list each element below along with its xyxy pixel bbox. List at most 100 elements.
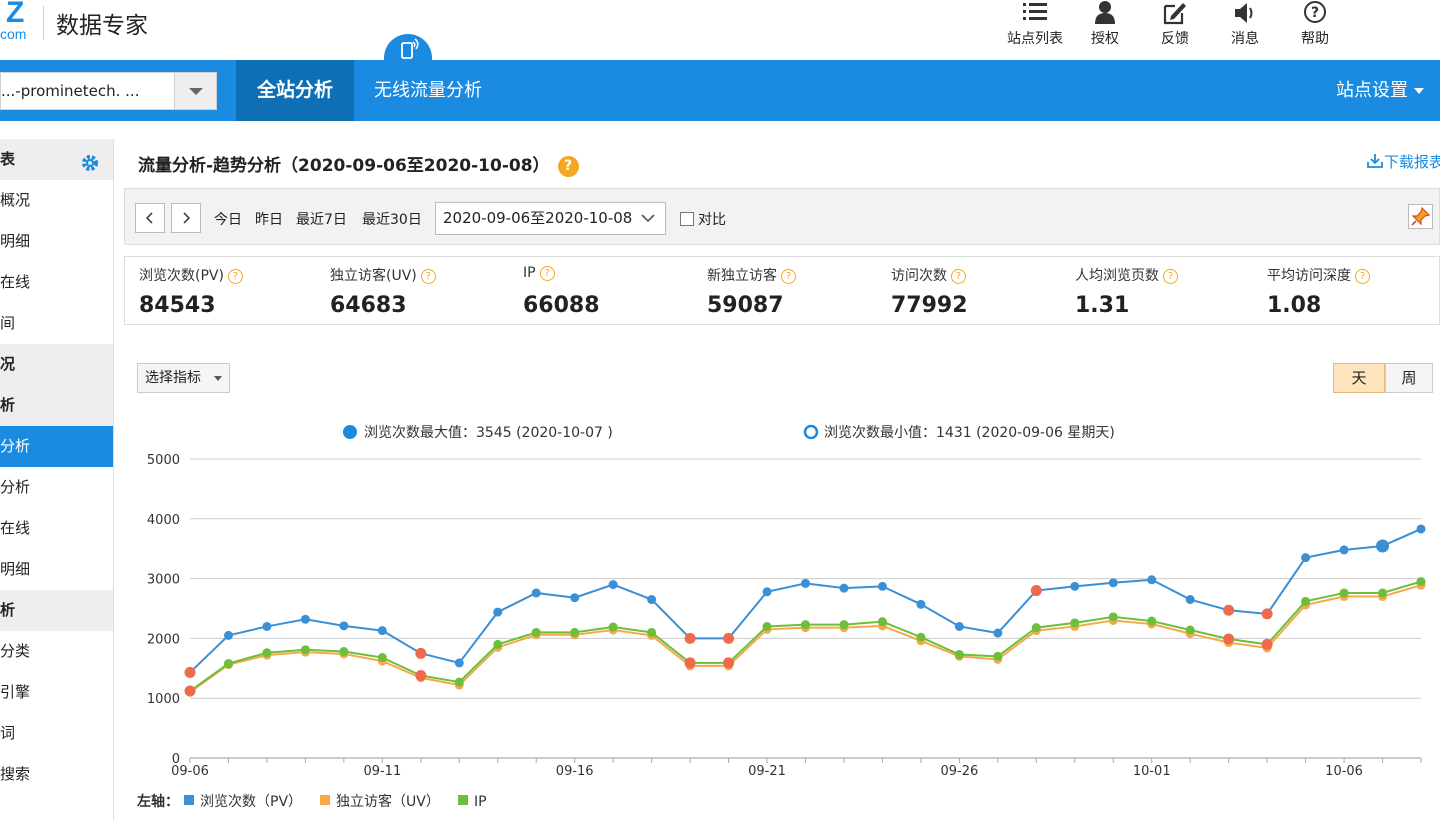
help-icon[interactable]: ? bbox=[557, 156, 579, 177]
pin-icon bbox=[1411, 206, 1431, 226]
data-point bbox=[684, 632, 696, 644]
help-icon[interactable]: ? bbox=[951, 269, 966, 284]
y-tick-label: 3000 bbox=[147, 573, 180, 588]
trend-chart-svg: 01000200030004000500009-06 09-11 09-16 09-2… bbox=[136, 424, 1426, 810]
x-tick-label: 09-06 bbox=[171, 764, 209, 779]
sidebar-item[interactable]: 分析 bbox=[0, 426, 113, 467]
messages-button[interactable]: 消息 bbox=[1210, 0, 1280, 60]
data-point bbox=[531, 627, 541, 637]
feedback-button[interactable]: 反馈 bbox=[1140, 0, 1210, 60]
sidebar-item[interactable]: 在线 bbox=[0, 508, 113, 549]
data-point bbox=[1416, 524, 1426, 534]
data-point bbox=[608, 580, 618, 590]
granularity-week-button[interactable]: 周 bbox=[1385, 363, 1433, 393]
site-select[interactable]: ...-prominetech. ... bbox=[0, 72, 217, 110]
quick-yesterday[interactable]: 昨日 bbox=[255, 209, 283, 229]
stat-value: 59087 bbox=[707, 293, 784, 318]
mobile-wifi-icon bbox=[401, 38, 419, 59]
legend-label: 独立访客（UV） bbox=[336, 793, 440, 810]
logo[interactable]: Z com bbox=[0, 0, 34, 44]
data-point bbox=[839, 620, 849, 630]
sidebar-item[interactable]: 在线 bbox=[0, 262, 113, 303]
data-point bbox=[339, 647, 349, 657]
help-icon[interactable]: ? bbox=[227, 269, 243, 284]
data-point bbox=[647, 595, 657, 605]
sidebar-item-label: 分析 bbox=[0, 478, 31, 496]
sidebar-item[interactable]: 概况 bbox=[0, 180, 113, 221]
data-point bbox=[300, 614, 310, 624]
data-point bbox=[1223, 633, 1235, 645]
gear-icon[interactable] bbox=[80, 153, 100, 173]
chevron-down-icon[interactable] bbox=[174, 73, 216, 109]
tab-site-analysis[interactable]: 全站分析 bbox=[236, 60, 354, 121]
stat-label: 独立访客(UV) bbox=[330, 268, 417, 284]
sidebar-item[interactable]: 引擎 bbox=[0, 672, 113, 713]
sidebar-item[interactable]: 明细 bbox=[0, 221, 113, 262]
data-point bbox=[377, 653, 387, 663]
help-icon[interactable]: ? bbox=[420, 269, 436, 284]
data-point bbox=[877, 617, 887, 627]
sidebar-item-label: 间 bbox=[0, 314, 16, 332]
compare-checkbox[interactable] bbox=[680, 212, 694, 226]
sidebar-item[interactable]: 析 bbox=[0, 590, 113, 631]
help-icon[interactable]: ? bbox=[1163, 269, 1178, 284]
help-icon[interactable]: ? bbox=[539, 266, 555, 281]
site-settings-menu[interactable]: 站点设置 bbox=[1336, 60, 1424, 121]
sidebar-item-label: 在线 bbox=[0, 519, 31, 537]
data-point bbox=[723, 657, 735, 669]
sidebar-item[interactable]: 明细 bbox=[0, 549, 113, 590]
pin-button[interactable] bbox=[1408, 204, 1433, 229]
compare-toggle[interactable]: 对比 bbox=[680, 209, 726, 229]
help-icon[interactable]: ? bbox=[1355, 269, 1370, 284]
authorize-button[interactable]: 授权 bbox=[1070, 0, 1140, 60]
authorize-label: 授权 bbox=[1091, 31, 1119, 47]
granularity-day-button[interactable]: 天 bbox=[1333, 363, 1385, 393]
sidebar-item[interactable]: 表 bbox=[0, 139, 113, 180]
trend-chart: 0 1000 2000 3000 4000 5000 09-06 09-11 09-16 09-2… bbox=[124, 401, 1440, 820]
sidebar-item[interactable]: 搜索 bbox=[0, 754, 113, 795]
series-line bbox=[189, 528, 1422, 674]
metric-select[interactable]: 选择指标 bbox=[137, 363, 230, 393]
data-point bbox=[223, 659, 233, 669]
data-point bbox=[916, 599, 926, 609]
sidebar-item[interactable]: 词 bbox=[0, 713, 113, 754]
page-title: 流量分析-趋势分析（2020-09-06至2020-10-08）? bbox=[138, 151, 579, 177]
sidebar-item[interactable]: 况 bbox=[0, 344, 113, 385]
sidebar-item[interactable]: 分析 bbox=[0, 467, 113, 508]
download-report-link[interactable]: 下载报表 bbox=[1366, 151, 1440, 172]
data-point bbox=[723, 632, 735, 644]
x-tick-label: 09-21 bbox=[748, 764, 786, 779]
sidebar-item[interactable]: 析 bbox=[0, 385, 113, 426]
quick-today[interactable]: 今日 bbox=[214, 209, 242, 229]
sidebar-item[interactable]: 分类 bbox=[0, 631, 113, 672]
sidebar-item-label: 分类 bbox=[0, 642, 31, 660]
data-point bbox=[377, 626, 387, 636]
data-point bbox=[762, 587, 772, 597]
data-point bbox=[954, 621, 964, 631]
data-point bbox=[1376, 539, 1390, 553]
top-toolbar: 站点列表 授权 反馈 消息 ? 帮助 bbox=[1000, 0, 1350, 60]
prev-period-button[interactable] bbox=[135, 203, 165, 233]
help-button[interactable]: ? 帮助 bbox=[1280, 0, 1350, 60]
edit-icon bbox=[1163, 3, 1186, 25]
quick-last7[interactable]: 最近7日 bbox=[296, 209, 347, 229]
site-list-button[interactable]: 站点列表 bbox=[1000, 0, 1070, 60]
top-header: Z com 数据专家 站点列表 授权 反馈 消息 ? 帮助 bbox=[0, 0, 1440, 60]
mobile-icon bbox=[384, 34, 432, 64]
x-tick-label: 09-16 bbox=[556, 764, 594, 779]
tab-wireless-analysis[interactable]: 无线流量分析 bbox=[374, 60, 482, 121]
data-point bbox=[415, 669, 427, 681]
help-icon[interactable]: ? bbox=[781, 269, 796, 284]
date-range-select[interactable]: 2020-09-06至2020-10-08 bbox=[435, 202, 666, 235]
sidebar-item[interactable]: 间 bbox=[0, 303, 113, 344]
data-point bbox=[1261, 608, 1273, 620]
data-point bbox=[684, 657, 696, 669]
quick-last30[interactable]: 最近30日 bbox=[362, 209, 422, 229]
chevron-down-icon bbox=[641, 214, 655, 223]
data-point bbox=[454, 658, 464, 668]
sidebar-item-label: 搜索 bbox=[0, 765, 31, 783]
stat-label: 新独立访客 bbox=[707, 268, 777, 284]
legend-swatch bbox=[320, 795, 330, 805]
next-period-button[interactable] bbox=[171, 203, 201, 233]
data-point bbox=[801, 620, 810, 630]
